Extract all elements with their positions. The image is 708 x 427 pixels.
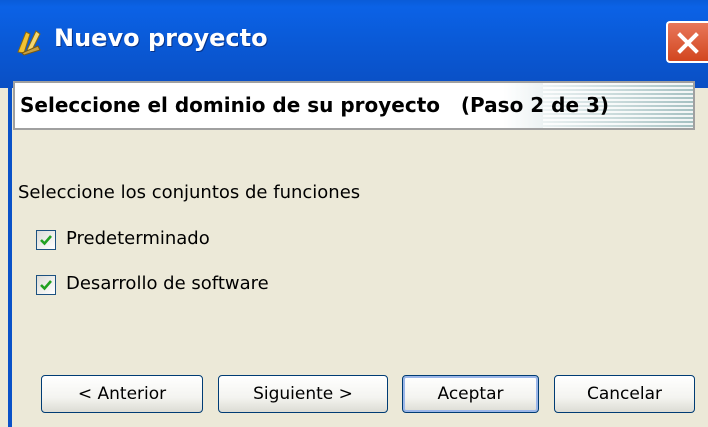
checkbox-predeterminado[interactable] xyxy=(36,230,56,250)
app-icon xyxy=(14,26,44,56)
previous-button[interactable]: < Anterior xyxy=(41,375,203,413)
checkmark-icon xyxy=(40,235,52,246)
accept-button[interactable]: Aceptar xyxy=(402,375,539,413)
cancel-button[interactable]: Cancelar xyxy=(554,375,695,413)
checkbox-desarrollo-software[interactable] xyxy=(36,275,56,295)
next-button[interactable]: Siguiente > xyxy=(218,375,388,413)
option-label: Desarrollo de software xyxy=(66,273,269,294)
window-title: Nuevo proyecto xyxy=(54,24,268,52)
new-project-dialog: Nuevo proyecto Seleccione el dominio de … xyxy=(0,0,708,427)
step-title: Seleccione el dominio de su proyecto (Pa… xyxy=(20,93,610,117)
feature-sets-label: Seleccione los conjuntos de funciones xyxy=(18,182,361,203)
option-label: Predeterminado xyxy=(66,228,210,249)
checkmark-icon xyxy=(40,280,52,291)
title-bar[interactable]: Nuevo proyecto xyxy=(0,0,708,88)
close-button[interactable] xyxy=(666,21,708,63)
